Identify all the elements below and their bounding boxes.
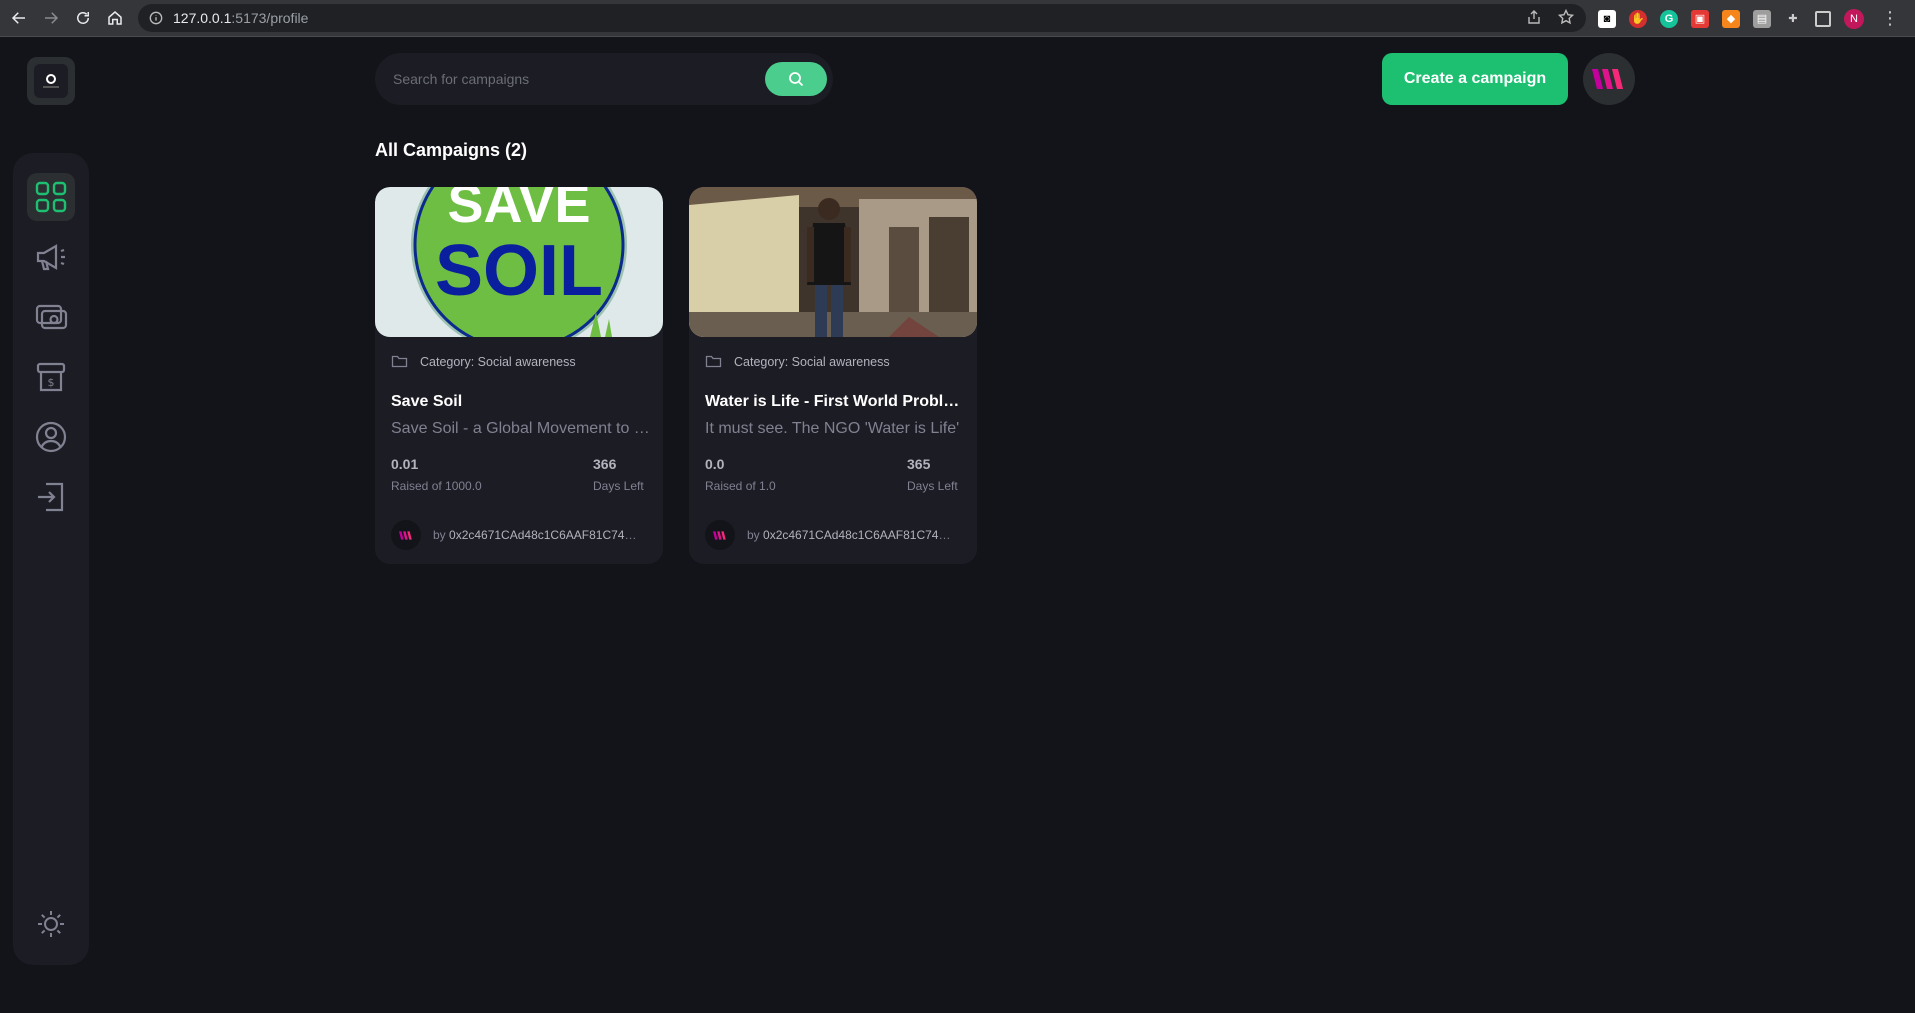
logo-icon xyxy=(34,64,68,98)
back-icon[interactable] xyxy=(6,5,32,31)
amount-raised: 0.0 xyxy=(705,456,725,472)
extension-icon-6[interactable]: ▤ xyxy=(1753,9,1771,28)
extensions-puzzle-icon[interactable]: ✚ xyxy=(1784,10,1802,28)
share-icon[interactable] xyxy=(1526,9,1542,25)
owner-address: by 0x2c4671CAd48c1C6AAF81C74EC... xyxy=(433,528,641,542)
browser-toolbar: 127.0.0.1:5173/profile ◙ ✋ G ▣ ◆ ▤ ✚ N ⋮ xyxy=(0,0,1915,37)
campaign-description: Save Soil - a Global Movement to save so… xyxy=(391,420,651,437)
dashboard-icon[interactable] xyxy=(27,173,75,221)
days-left-value: 366 xyxy=(593,456,617,472)
user-avatar[interactable] xyxy=(1583,53,1635,105)
folder-icon xyxy=(391,355,408,368)
owner-avatar xyxy=(705,520,735,550)
campaign-thumbnail: SAVE SOIL xyxy=(375,187,663,337)
search-bar xyxy=(375,53,833,105)
days-left-label: Days Left xyxy=(593,479,644,493)
url-path: :5173/profile xyxy=(231,10,309,26)
profile-icon[interactable] xyxy=(27,413,75,461)
site-info-icon[interactable] xyxy=(149,11,163,25)
thumb-text-soil: SOIL xyxy=(435,231,603,311)
browser-menu-icon[interactable]: ⋮ xyxy=(1881,8,1899,29)
days-left-value: 365 xyxy=(907,456,931,472)
url-host: 127.0.0.1 xyxy=(173,10,232,26)
thumb-text-save: SAVE xyxy=(447,187,590,234)
campaign-title: Water is Life - First World Problems xyxy=(705,393,965,410)
create-campaign-button[interactable]: Create a campaign xyxy=(1382,53,1568,105)
folder-icon xyxy=(705,355,722,368)
grammarly-icon[interactable]: G xyxy=(1660,9,1678,28)
owner-address-value: 0x2c4671CAd48c1C6AAF81C74EC... xyxy=(763,528,955,542)
search-input[interactable] xyxy=(391,70,755,88)
extension-icon-1[interactable]: ◙ xyxy=(1598,9,1616,28)
search-icon xyxy=(789,72,804,87)
sun-icon xyxy=(38,911,64,937)
owner-address: by 0x2c4671CAd48c1C6AAF81C74EC... xyxy=(747,528,955,542)
svg-text:$: $ xyxy=(48,376,55,389)
withdraw-icon[interactable]: $ xyxy=(27,353,75,401)
forward-icon[interactable] xyxy=(38,5,64,31)
bookmark-star-icon[interactable] xyxy=(1558,9,1574,25)
metamask-icon[interactable]: ◆ xyxy=(1722,9,1740,28)
owner-avatar xyxy=(391,520,421,550)
sidebar: $ xyxy=(13,153,89,965)
owner-prefix: by xyxy=(433,528,450,542)
browser-profile-avatar[interactable]: N xyxy=(1844,8,1864,29)
raised-label: Raised of 1000.0 xyxy=(391,479,482,493)
app-logo[interactable] xyxy=(27,57,75,105)
owner-address-value: 0x2c4671CAd48c1C6AAF81C74EC... xyxy=(449,528,641,542)
extension-icon-4[interactable]: ▣ xyxy=(1691,9,1709,28)
campaign-thumbnail xyxy=(689,187,977,337)
payment-icon[interactable] xyxy=(27,293,75,341)
owner-prefix: by xyxy=(747,528,764,542)
extension-icon-2[interactable]: ✋ xyxy=(1629,9,1647,28)
campaign-description: It must see. The NGO 'Water is Life' xyxy=(705,420,960,437)
campaign-card[interactable]: SAVE SOIL Category: Social awareness Sav… xyxy=(375,187,663,564)
logout-icon[interactable] xyxy=(27,473,75,521)
search-button[interactable] xyxy=(765,62,827,96)
campaign-category: Category: Social awareness xyxy=(734,354,890,369)
days-left-label: Days Left xyxy=(907,479,958,493)
raised-label: Raised of 1.0 xyxy=(705,479,776,493)
campaign-category: Category: Social awareness xyxy=(420,354,576,369)
thirdweb-logo-icon xyxy=(1592,69,1623,89)
campaign-title: Save Soil xyxy=(391,393,463,410)
home-icon[interactable] xyxy=(102,5,128,31)
address-bar[interactable]: 127.0.0.1:5173/profile xyxy=(138,4,1586,32)
campaign-icon[interactable] xyxy=(27,233,75,281)
amount-raised: 0.01 xyxy=(391,456,419,472)
reload-icon[interactable] xyxy=(70,5,96,31)
theme-toggle[interactable] xyxy=(27,900,75,948)
url-text: 127.0.0.1:5173/profile xyxy=(173,10,308,26)
side-panel-icon[interactable] xyxy=(1815,10,1831,27)
campaign-card[interactable]: Category: Social awareness Water is Life… xyxy=(689,187,977,564)
page-title: All Campaigns (2) xyxy=(375,140,528,160)
